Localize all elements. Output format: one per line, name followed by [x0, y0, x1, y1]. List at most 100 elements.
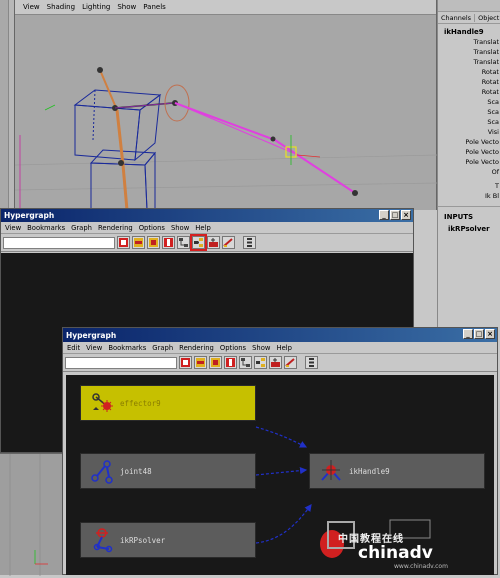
node-ikhandle-label: ikHandle9: [349, 466, 390, 476]
attr-scale-z[interactable]: Sca: [438, 118, 500, 128]
bottom-left-viewport-scene: [9, 454, 48, 576]
inputs-heading: INPUTS: [438, 206, 500, 223]
ik-solver-icon: [93, 528, 113, 553]
hypergraph-back-menubar: View Bookmarks Graph Rendering Options S…: [1, 222, 413, 234]
frame-branch-icon[interactable]: [162, 236, 175, 249]
menu-rendering[interactable]: Rendering: [98, 224, 133, 232]
menu-help[interactable]: Help: [276, 344, 292, 352]
perspective-viewport[interactable]: View Shading Lighting Show Panels: [14, 0, 437, 210]
watermark-url: www.chinadv.com: [394, 563, 448, 570]
menu-show[interactable]: Show: [252, 344, 270, 352]
attr-pole-vector-z[interactable]: Pole Vecto: [438, 158, 500, 168]
attr-scale-x[interactable]: Sca: [438, 98, 500, 108]
scene-list-icon[interactable]: [243, 236, 256, 249]
scene-list-icon[interactable]: [305, 356, 318, 369]
attr-translate-y[interactable]: Translat: [438, 48, 500, 58]
menu-options[interactable]: Options: [139, 224, 165, 232]
input-output-connections-icon[interactable]: [190, 234, 207, 251]
hypergraph-front-title: Hypergraph: [66, 330, 117, 340]
hypergraph-front-menubar: Edit View Bookmarks Graph Rendering Opti…: [63, 342, 497, 354]
menu-help[interactable]: Help: [195, 224, 211, 232]
input-output-connections-icon[interactable]: [254, 356, 267, 369]
ik-handle-icon: [321, 460, 341, 481]
attr-visibility[interactable]: Visi: [438, 128, 500, 138]
tab-channels[interactable]: Channels: [438, 13, 476, 22]
watermark-brand: chinadv: [358, 543, 433, 563]
secondary-viewport-strip: [0, 0, 14, 210]
scene-hierarchy-icon[interactable]: [177, 236, 190, 249]
attr-offset[interactable]: Of: [438, 168, 500, 178]
minimize-button[interactable]: _: [463, 329, 473, 339]
menu-rendering[interactable]: Rendering: [179, 344, 214, 352]
attr-scale-y[interactable]: Sca: [438, 108, 500, 118]
minimize-button[interactable]: _: [379, 210, 389, 220]
frame-hierarchy-icon[interactable]: [147, 236, 160, 249]
menu-view[interactable]: View: [86, 344, 102, 352]
node-joint-label: joint48: [120, 466, 152, 476]
viewport-menu-bar: View Shading Lighting Show Panels: [15, 0, 436, 15]
frame-all-icon[interactable]: [179, 356, 192, 369]
menu-panels[interactable]: Panels: [143, 3, 166, 11]
hypergraph-back-toolbar: [1, 234, 413, 252]
attr-pole-vector-y[interactable]: Pole Vecto: [438, 148, 500, 158]
channel-box-header: [438, 0, 500, 12]
menu-graph[interactable]: Graph: [71, 224, 92, 232]
node-solver-label: ikRPsolver: [120, 535, 166, 545]
maximize-button[interactable]: □: [474, 329, 484, 339]
frame-selection-icon[interactable]: [194, 356, 207, 369]
attr-translate-x[interactable]: Translat: [438, 38, 500, 48]
menu-bookmarks[interactable]: Bookmarks: [27, 224, 65, 232]
node-joint[interactable]: joint48: [80, 453, 256, 489]
graph-bookmark-icon[interactable]: [222, 236, 235, 249]
connection-effector-ikhandle: [255, 426, 308, 448]
frame-selection-icon[interactable]: [132, 236, 145, 249]
menu-bookmarks[interactable]: Bookmarks: [108, 344, 146, 352]
bottom-left-viewport: [0, 453, 66, 576]
add-bookmark-icon[interactable]: [207, 236, 220, 249]
connection-joint-ikhandle: [255, 467, 308, 476]
maximize-button[interactable]: □: [390, 210, 400, 220]
effector-icon: [92, 393, 113, 412]
node-solver[interactable]: ikRPsolver: [80, 522, 256, 558]
menu-view[interactable]: View: [23, 3, 40, 11]
add-bookmark-icon[interactable]: [269, 356, 282, 369]
close-button[interactable]: ×: [401, 210, 411, 220]
channel-box-node-name[interactable]: ikHandle9: [438, 24, 500, 38]
attr-rotate-y[interactable]: Rotat: [438, 78, 500, 88]
attr-translate-z[interactable]: Translat: [438, 58, 500, 68]
channel-box-tabs: Channels Object: [438, 12, 500, 24]
menu-edit[interactable]: Edit: [67, 344, 80, 352]
hypergraph-back-title: Hypergraph: [4, 211, 55, 220]
close-button[interactable]: ×: [485, 329, 495, 339]
menu-view[interactable]: View: [5, 224, 21, 232]
inputs-ikrpsolver[interactable]: ikRPsolver: [438, 223, 500, 233]
node-effector-label: effector9: [120, 398, 161, 408]
attr-twist[interactable]: T: [438, 182, 500, 192]
menu-show[interactable]: Show: [117, 3, 136, 11]
menu-lighting[interactable]: Lighting: [82, 3, 110, 11]
menu-graph[interactable]: Graph: [152, 344, 173, 352]
attr-ik-blend[interactable]: Ik Bl: [438, 192, 500, 202]
connection-solver-ikhandle: [255, 504, 312, 544]
tab-object[interactable]: Object: [475, 14, 500, 22]
hypergraph-back-titlebar[interactable]: Hypergraph _ □ ×: [1, 209, 413, 222]
frame-all-icon[interactable]: [117, 236, 130, 249]
scene-hierarchy-icon[interactable]: [239, 356, 252, 369]
menu-options[interactable]: Options: [220, 344, 246, 352]
viewport-scene[interactable]: [15, 15, 437, 210]
attr-pole-vector-x[interactable]: Pole Vecto: [438, 138, 500, 148]
frame-hierarchy-icon[interactable]: [209, 356, 222, 369]
node-effector[interactable]: effector9: [80, 385, 256, 421]
hypergraph-front-titlebar[interactable]: Hypergraph _ □ ×: [63, 328, 497, 342]
attr-rotate-z[interactable]: Rotat: [438, 88, 500, 98]
joint-icon: [91, 460, 113, 484]
search-input[interactable]: [65, 356, 177, 369]
node-ikhandle[interactable]: ikHandle9: [309, 453, 485, 489]
hypergraph-front-toolbar: [63, 354, 497, 372]
frame-branch-icon[interactable]: [224, 356, 237, 369]
menu-show[interactable]: Show: [171, 224, 189, 232]
attr-rotate-x[interactable]: Rotat: [438, 68, 500, 78]
search-input[interactable]: [3, 236, 115, 249]
graph-bookmark-icon[interactable]: [284, 356, 297, 369]
menu-shading[interactable]: Shading: [47, 3, 75, 11]
